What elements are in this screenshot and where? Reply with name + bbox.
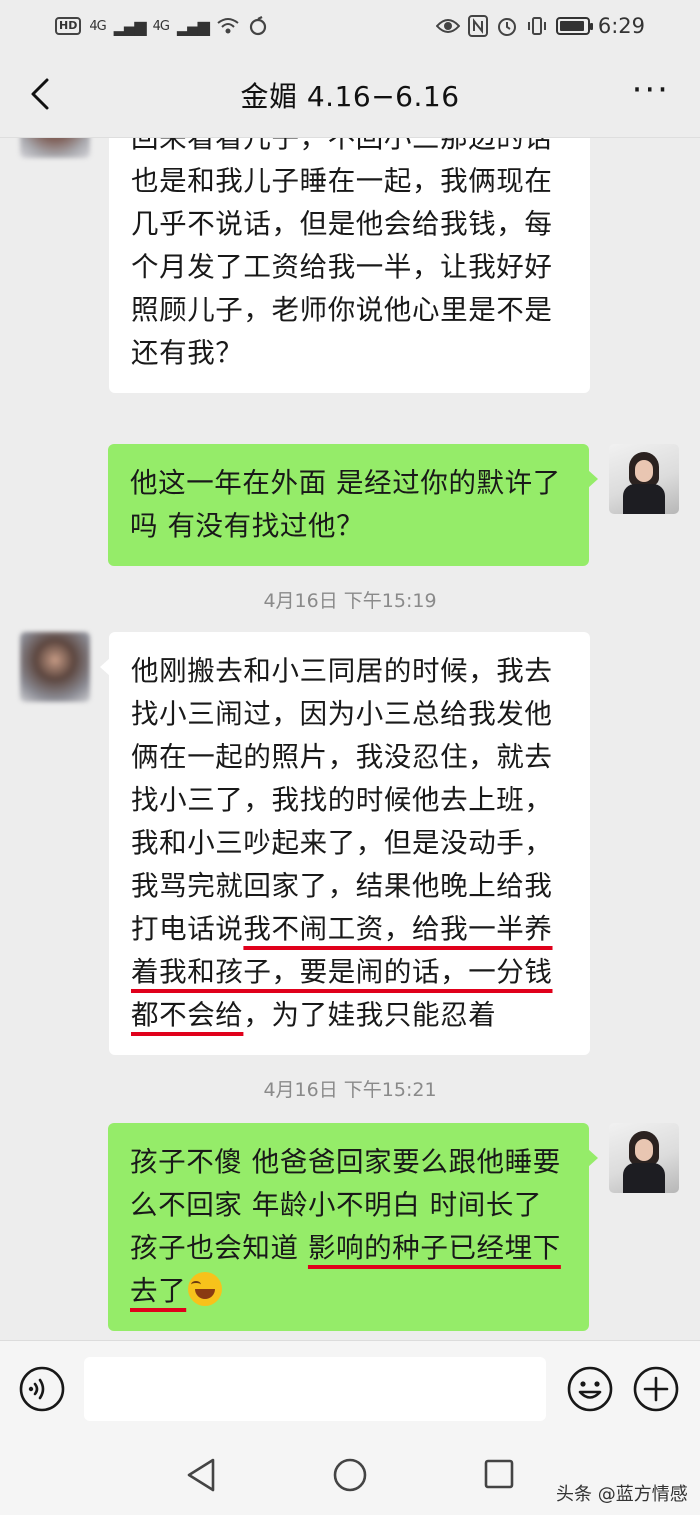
system-back-icon[interactable] xyxy=(183,1456,219,1494)
status-left-icons: HD 4G ▂▄▆ 4G ▂▄▆ xyxy=(55,16,268,36)
hd-icon: HD xyxy=(55,17,82,35)
signal-icon: ▂▄▆ xyxy=(113,16,147,36)
battery-icon xyxy=(555,17,593,35)
wifi-icon xyxy=(217,18,239,34)
nfc-icon xyxy=(467,15,488,37)
contact-avatar[interactable] xyxy=(20,632,90,702)
eye-icon xyxy=(435,19,460,33)
message-timestamp: 4月16日 下午15:21 xyxy=(263,1079,437,1101)
message-text-before: 他刚搬去和小三同居的时候，我去找小三闹过，因为小三总给我发他俩在一起的照片，我没… xyxy=(131,655,553,945)
message-text-after: ，为了娃我只能忍着 xyxy=(243,999,497,1031)
message-bubble-outgoing[interactable]: 他这一年在外面 是经过你的默许了吗 有没有找过他？ xyxy=(108,444,598,566)
emoji-icon[interactable] xyxy=(566,1365,614,1413)
alarm-icon xyxy=(497,18,516,36)
message-bubble-outgoing[interactable]: 孩子不傻 他爸爸回家要么跟他睡要么不回家 年龄小不明白 时间长了孩子也会知道 影… xyxy=(108,1123,598,1331)
network-type-2: 4G xyxy=(152,18,170,34)
status-right-icons: 6:29 xyxy=(435,14,645,38)
status-time: 6:29 xyxy=(597,14,645,38)
message-bubble-incoming[interactable]: 他刚搬去和小三同居的时候，我去找小三闹过，因为小三总给我发他俩在一起的照片，我没… xyxy=(100,632,590,1055)
status-bar: HD 4G ▂▄▆ 4G ▂▄▆ 6:29 xyxy=(0,0,700,52)
back-arrow-icon[interactable] xyxy=(22,74,62,114)
message-list[interactable]: 现在我和儿子两个人住家，他偶尔回来看看儿子，不回小三那边的话也是和我儿子睡在一起… xyxy=(0,138,700,1340)
chat-header: 金媚 4.16−6.16 ··· xyxy=(0,52,700,138)
watermark: 头条 @蓝方情感 xyxy=(556,1484,688,1505)
system-home-icon[interactable] xyxy=(331,1456,369,1494)
contact-avatar[interactable] xyxy=(20,138,90,158)
signal-icon-2: ▂▄▆ xyxy=(176,16,210,36)
system-recents-icon[interactable] xyxy=(481,1456,517,1492)
sync-icon xyxy=(249,16,267,36)
voice-input-icon[interactable] xyxy=(18,1365,66,1413)
message-timestamp: 4月16日 下午15:19 xyxy=(263,590,437,612)
network-type-1: 4G xyxy=(89,18,106,34)
message-bubble-incoming[interactable]: 现在我和儿子两个人住家，他偶尔回来看看儿子，不回小三那边的话也是和我儿子睡在一起… xyxy=(109,138,590,393)
plus-icon[interactable] xyxy=(632,1365,680,1413)
more-options-icon[interactable]: ··· xyxy=(632,73,670,107)
message-input[interactable] xyxy=(84,1357,546,1421)
vibrate-icon xyxy=(527,17,546,35)
facepalm-emoji-icon xyxy=(188,1272,223,1306)
self-avatar[interactable] xyxy=(609,1123,679,1193)
input-bar xyxy=(0,1340,700,1436)
chat-title: 金媚 4.16−6.16 xyxy=(240,79,460,113)
message-text: 他这一年在外面 是经过你的默许了吗 有没有找过他？ xyxy=(130,467,561,542)
message-text: 现在我和儿子两个人住家，他偶尔回来看看儿子，不回小三那边的话也是和我儿子睡在一起… xyxy=(131,138,553,369)
self-avatar[interactable] xyxy=(609,444,679,514)
